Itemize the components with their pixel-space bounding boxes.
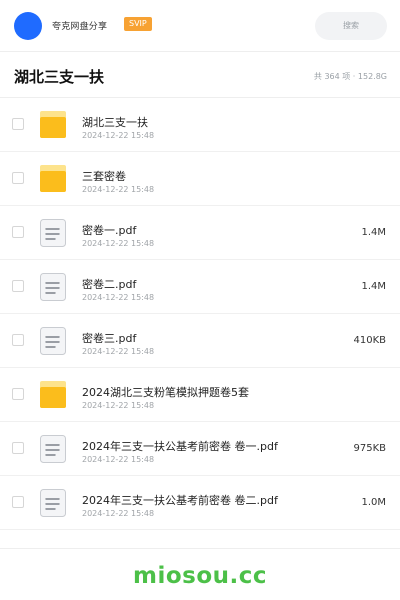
row-checkbox[interactable] xyxy=(12,442,24,454)
file-name: 2024年三支一扶公基考前密卷 卷二.pdf xyxy=(82,494,278,507)
list-item[interactable]: 2024年三支一扶公基考前密卷 卷二.pdf 2024-12-22 15:48 … xyxy=(0,476,400,530)
file-date: 2024-12-22 15:48 xyxy=(82,185,155,194)
folder-icon xyxy=(38,164,68,194)
file-size: 1.4M xyxy=(361,227,386,238)
document-icon xyxy=(38,488,68,518)
avatar[interactable] xyxy=(14,12,42,40)
document-icon xyxy=(38,434,68,464)
file-date: 2024-12-22 15:48 xyxy=(82,509,155,518)
row-checkbox[interactable] xyxy=(12,172,24,184)
file-list: 湖北三支一扶 2024-12-22 15:48 三套密卷 2024-12-22 … xyxy=(0,98,400,530)
list-item[interactable]: 密卷三.pdf 2024-12-22 15:48 410KB xyxy=(0,314,400,368)
row-checkbox[interactable] xyxy=(12,334,24,346)
folder-icon xyxy=(38,110,68,140)
vip-badge: SVIP xyxy=(124,17,152,31)
list-item[interactable]: 湖北三支一扶 2024-12-22 15:48 xyxy=(0,98,400,152)
share-header: 夸克网盘分享 SVIP 搜索 xyxy=(0,0,400,52)
row-checkbox[interactable] xyxy=(12,118,24,130)
row-checkbox[interactable] xyxy=(12,496,24,508)
file-date: 2024-12-22 15:48 xyxy=(82,455,155,464)
file-size: 410KB xyxy=(353,335,386,346)
file-size: 975KB xyxy=(353,443,386,454)
folder-icon xyxy=(38,380,68,410)
search-input[interactable]: 搜索 xyxy=(315,12,387,40)
list-item[interactable]: 密卷二.pdf 2024-12-22 15:48 1.4M xyxy=(0,260,400,314)
page-footer: miosou.cc xyxy=(0,548,400,600)
document-icon xyxy=(38,218,68,248)
list-item[interactable]: 密卷一.pdf 2024-12-22 15:48 1.4M xyxy=(0,206,400,260)
file-name: 三套密卷 xyxy=(82,170,126,183)
file-date: 2024-12-22 15:48 xyxy=(82,293,155,302)
file-name: 湖北三支一扶 xyxy=(82,116,148,129)
list-item[interactable]: 2024湖北三支粉笔模拟押题卷5套 2024-12-22 15:48 xyxy=(0,368,400,422)
file-size: 1.4M xyxy=(361,281,386,292)
document-icon xyxy=(38,326,68,356)
file-date: 2024-12-22 15:48 xyxy=(82,347,155,356)
file-name: 密卷二.pdf xyxy=(82,278,137,291)
folder-title-bar: 湖北三支一扶 共 364 项 · 152.8G xyxy=(0,52,400,98)
file-size: 1.0M xyxy=(361,497,386,508)
file-date: 2024-12-22 15:48 xyxy=(82,131,155,140)
row-checkbox[interactable] xyxy=(12,388,24,400)
site-watermark: miosou.cc xyxy=(132,563,268,589)
file-name: 密卷一.pdf xyxy=(82,224,137,237)
row-checkbox[interactable] xyxy=(12,226,24,238)
item-count-summary: 共 364 项 · 152.8G xyxy=(313,72,387,81)
list-item[interactable]: 2024年三支一扶公基考前密卷 卷一.pdf 2024-12-22 15:48 … xyxy=(0,422,400,476)
document-icon xyxy=(38,272,68,302)
list-item[interactable]: 三套密卷 2024-12-22 15:48 xyxy=(0,152,400,206)
file-name: 2024年三支一扶公基考前密卷 卷一.pdf xyxy=(82,440,278,453)
app-name: 夸克网盘分享 xyxy=(52,22,108,32)
row-checkbox[interactable] xyxy=(12,280,24,292)
file-name: 密卷三.pdf xyxy=(82,332,137,345)
page-title: 湖北三支一扶 xyxy=(14,68,105,86)
file-name: 2024湖北三支粉笔模拟押题卷5套 xyxy=(82,386,249,399)
file-date: 2024-12-22 15:48 xyxy=(82,401,155,410)
file-date: 2024-12-22 15:48 xyxy=(82,239,155,248)
